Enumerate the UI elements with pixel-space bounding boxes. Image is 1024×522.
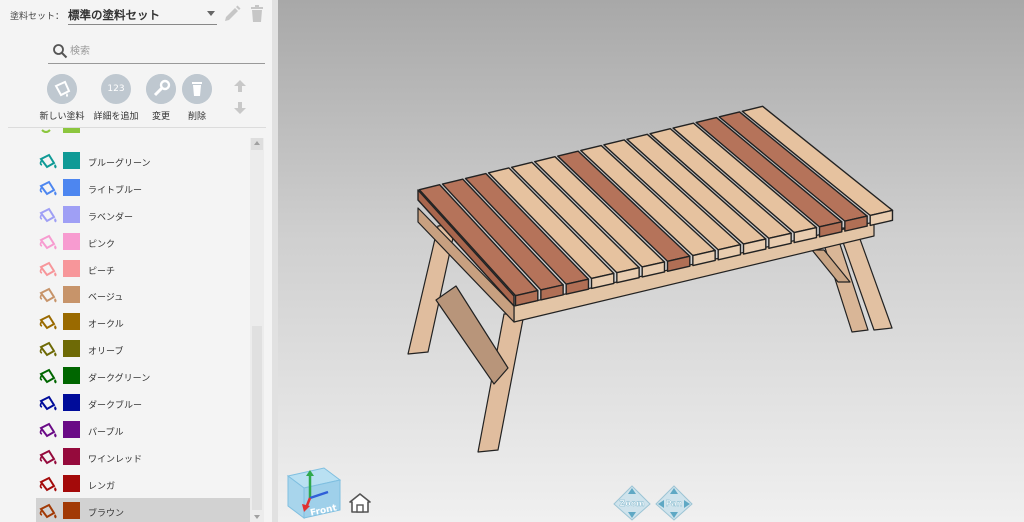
paint-name: ライトブルー [88, 185, 143, 196]
color-swatch [63, 367, 80, 385]
paint-bucket-icon [39, 207, 57, 223]
chevron-down-icon [207, 11, 215, 16]
new-paint-button[interactable]: 新しい塗料 [38, 74, 86, 122]
delete-paint-label: 削除 [187, 112, 206, 122]
paint-bucket-icon [39, 341, 57, 357]
scroll-thumb[interactable] [252, 326, 262, 510]
view-cube-icon[interactable]: Front [284, 458, 342, 520]
paint-name: ベージュ [88, 293, 124, 304]
paint-name: オークル [88, 320, 124, 331]
list-item[interactable]: オリーブ [36, 336, 250, 363]
color-swatch [63, 420, 80, 438]
list-item[interactable]: ワインレッド [36, 444, 250, 471]
123-icon: 123 [101, 74, 131, 104]
paint-bucket-icon [39, 261, 57, 277]
color-swatch [63, 474, 80, 492]
paint-name: ブルーグリーン [88, 159, 151, 169]
paint-list: ブルーグリーン ライトブルー ラベンダーピンクピーチベージュオークルオリーブダークグ… [36, 148, 250, 522]
paint-bucket-icon [39, 288, 57, 303]
color-swatch [63, 286, 80, 304]
paint-name: ラベンダー [88, 212, 134, 223]
color-swatch [63, 152, 80, 169]
color-swatch [63, 259, 80, 277]
list-item-partial[interactable] [36, 128, 236, 140]
color-swatch [63, 232, 80, 250]
color-swatch [63, 205, 80, 223]
search-icon [53, 44, 68, 59]
paint-name: オリーブ [88, 347, 124, 358]
list-item[interactable]: ラベンダー [36, 202, 250, 229]
trash-icon [182, 74, 212, 104]
paint-name: ブラウン [88, 508, 125, 519]
paint-bucket-icon [39, 180, 57, 196]
3d-viewport[interactable]: Front Zoom Pan [278, 0, 1024, 522]
paint-set-row: 塗料セット： 標準の塗料セット [0, 0, 272, 30]
color-swatch [63, 340, 80, 358]
paint-bucket-icon [39, 395, 57, 411]
scrollbar[interactable] [250, 138, 264, 522]
scroll-down-icon[interactable] [251, 510, 263, 522]
paint-list-area: ブルーグリーン ライトブルー ラベンダーピンクピーチベージュオークルオリーブダークグ… [0, 128, 272, 522]
list-item[interactable]: ブラウン [36, 497, 250, 522]
search-box [48, 39, 265, 64]
list-item[interactable]: ライトブルー [36, 175, 250, 202]
paint-set-value: 標準の塗料セット [68, 8, 160, 22]
list-item[interactable]: オークル [36, 309, 250, 336]
paint-bucket-icon [39, 315, 57, 330]
pan-icon[interactable]: Pan [654, 484, 694, 522]
new-paint-label: 新しい塗料 [39, 112, 85, 122]
paint-bucket-icon [39, 153, 57, 169]
color-swatch [63, 501, 80, 519]
move-up-icon[interactable] [232, 78, 248, 94]
paint-bucket-icon [39, 503, 57, 519]
color-swatch [63, 394, 80, 412]
trash-icon[interactable] [247, 4, 267, 24]
color-swatch [63, 178, 80, 196]
table-model[interactable] [278, 0, 1024, 522]
paint-bucket-icon [39, 449, 57, 465]
list-item[interactable]: ブルーグリーン [36, 148, 250, 175]
paint-set-dropdown[interactable]: 標準の塗料セット [68, 3, 217, 25]
pencil-icon[interactable] [222, 4, 242, 24]
edit-paint-label: 変更 [151, 112, 170, 122]
paint-name: レンガ [88, 481, 116, 492]
move-down-icon[interactable] [232, 100, 248, 116]
list-item[interactable]: ダークブルー [36, 390, 250, 417]
paint-name: ピンク [88, 239, 116, 250]
paint-bucket-icon [39, 422, 57, 438]
delete-paint-button[interactable]: 削除 [180, 74, 214, 122]
paint-name: ダークブルー [88, 401, 143, 412]
add-details-label: 詳細を追加 [93, 112, 139, 122]
pan-label: Pan [666, 499, 683, 508]
paint-toolbar: 新しい塗料 123 詳細を追加 変更 削除 [0, 74, 272, 124]
paint-set-label: 塗料セット： [10, 12, 65, 22]
scroll-up-icon[interactable] [251, 138, 263, 150]
paint-name: パープル [88, 427, 124, 438]
paint-name: ピーチ [88, 266, 116, 277]
bucket-icon [47, 74, 77, 104]
paint-name: ワインレッド [88, 454, 143, 465]
paint-name: ダークグリーン [88, 374, 151, 385]
color-swatch [63, 447, 80, 465]
list-item[interactable]: レンガ [36, 471, 250, 498]
zoom-icon[interactable]: Zoom [612, 484, 652, 522]
color-swatch [63, 313, 80, 331]
list-item[interactable]: ピンク [36, 229, 250, 256]
edit-paint-button[interactable]: 変更 [144, 74, 178, 122]
wrench-icon [146, 74, 176, 104]
paint-bucket-icon [39, 476, 57, 492]
paint-bucket-icon [39, 234, 57, 250]
list-item[interactable]: ベージュ [36, 282, 250, 309]
home-icon[interactable] [348, 492, 372, 514]
list-item[interactable]: ダークグリーン [36, 363, 250, 390]
list-item[interactable]: ピーチ [36, 256, 250, 283]
paint-bucket-icon [39, 368, 57, 384]
list-item[interactable]: パープル [36, 417, 250, 444]
zoom-label: Zoom [619, 499, 644, 508]
add-details-button[interactable]: 123 詳細を追加 [92, 74, 140, 122]
search-input[interactable] [70, 42, 260, 60]
paint-panel: 塗料セット： 標準の塗料セット 新しい塗料 [0, 0, 272, 522]
